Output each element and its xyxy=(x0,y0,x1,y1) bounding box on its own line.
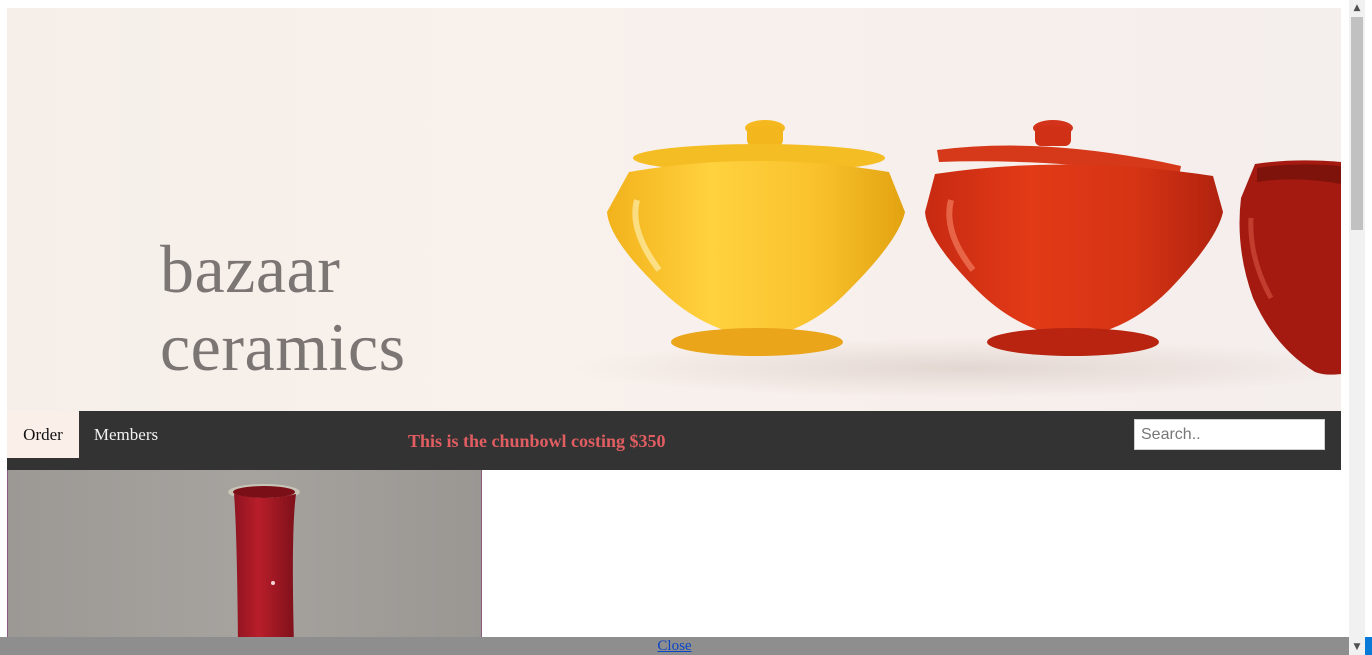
promo-text: This is the chunbowl costing $350 xyxy=(408,431,666,451)
nav-members[interactable]: Members xyxy=(79,411,173,458)
corner-indicator xyxy=(1365,637,1372,655)
search-input[interactable] xyxy=(1134,419,1325,450)
vertical-scrollbar[interactable]: ▲ ▼ xyxy=(1349,0,1365,655)
nav-order[interactable]: Order xyxy=(7,411,79,458)
scrollbar-thumb[interactable] xyxy=(1351,17,1363,230)
dark-red-pot-image xyxy=(1239,160,1341,375)
bottom-close-bar: Close xyxy=(0,637,1349,655)
yellow-pot-image xyxy=(607,120,905,356)
top-navbar: Order Members This is the chunbowl costi… xyxy=(7,411,1341,470)
chevron-down-icon[interactable]: ▼ xyxy=(1349,639,1365,655)
hero-banner: bazaar ceramics xyxy=(7,8,1341,411)
brand-line-1: bazaar xyxy=(160,231,341,307)
red-vase-image xyxy=(8,470,481,644)
chevron-up-icon[interactable]: ▲ xyxy=(1349,0,1365,16)
brand-logo: bazaar ceramics xyxy=(160,230,406,386)
product-image xyxy=(7,470,482,645)
red-pot-image xyxy=(925,120,1223,356)
brand-line-2: ceramics xyxy=(160,309,406,385)
close-link[interactable]: Close xyxy=(657,638,691,654)
